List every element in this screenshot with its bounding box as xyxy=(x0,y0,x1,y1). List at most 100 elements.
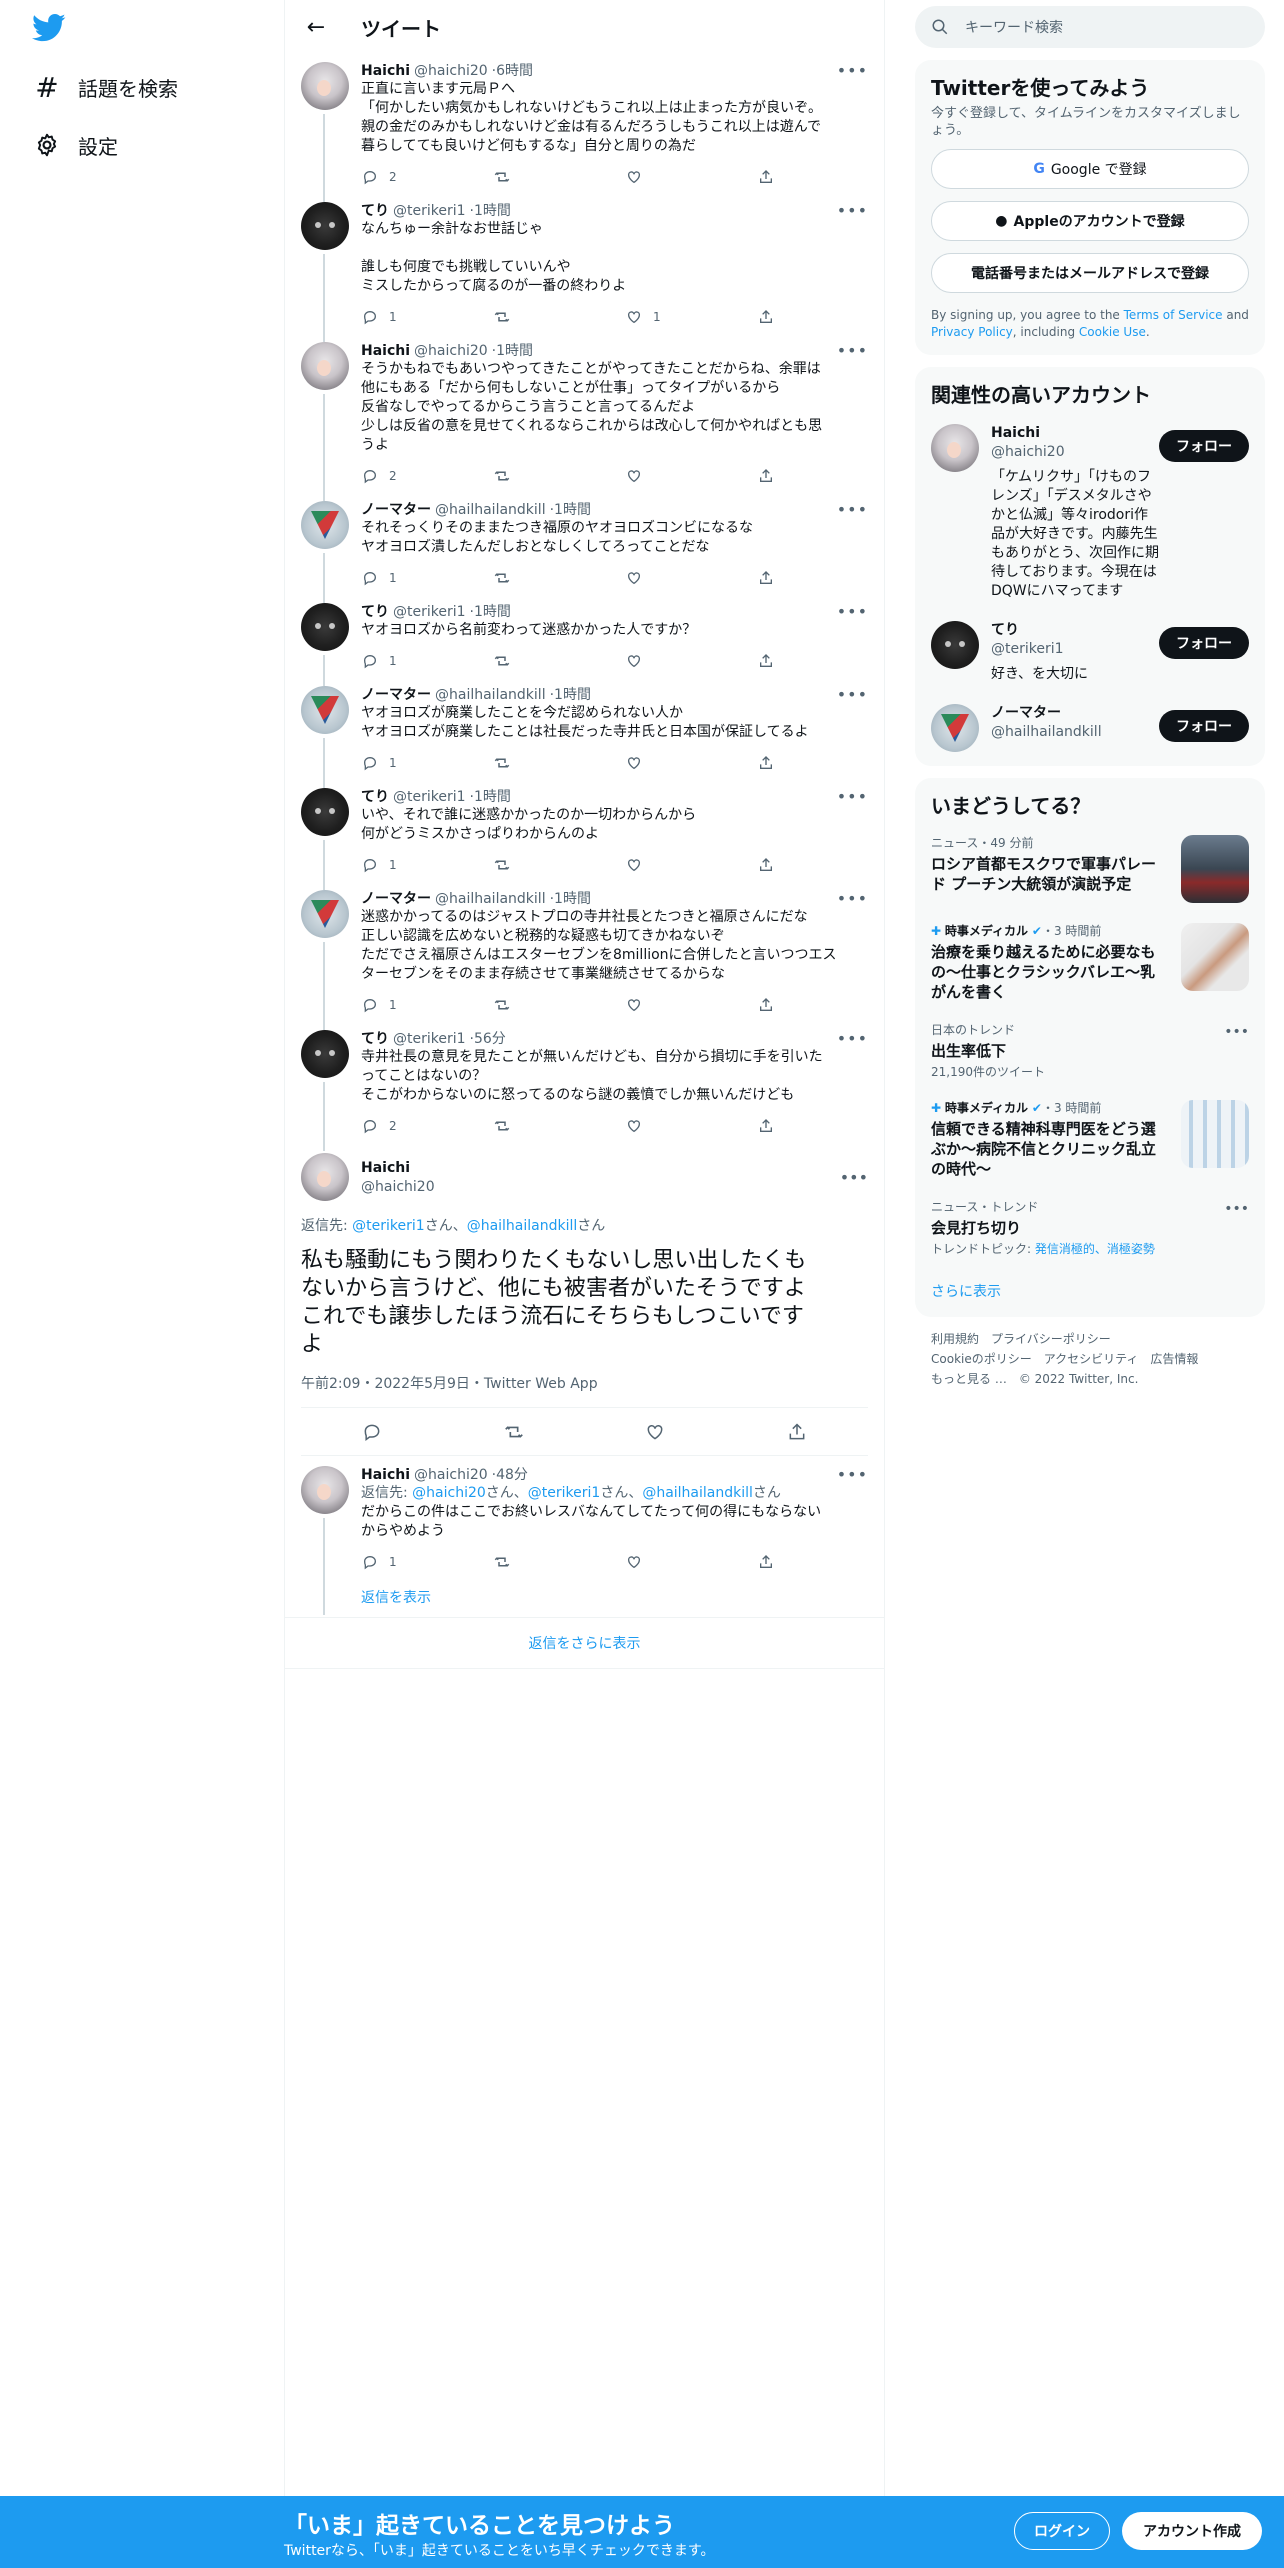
reply-icon[interactable] xyxy=(361,1421,383,1443)
reply-action[interactable]: 1 xyxy=(361,996,493,1014)
avatar[interactable] xyxy=(931,621,979,669)
nav-settings[interactable]: 設定 xyxy=(30,120,118,170)
share-action[interactable] xyxy=(757,1553,775,1571)
footer-terms-link[interactable]: 利用規約 xyxy=(931,1332,979,1346)
like-action[interactable] xyxy=(625,754,757,772)
user-name[interactable]: Haichi xyxy=(361,1158,435,1178)
reply-action[interactable]: 1 xyxy=(361,569,493,587)
reply-action[interactable]: 2 xyxy=(361,467,493,485)
terms-of-service-link[interactable]: Terms of Service xyxy=(1124,308,1223,322)
more-icon[interactable]: ••• xyxy=(837,1466,868,1484)
thread-tweet[interactable]: てり @terikeri1 · 1時間 ••• ヤオヨロズから名前変わって迷惑かかった人で… xyxy=(285,595,884,686)
thread-tweet[interactable]: てり @terikeri1 · 56分 ••• 寺井社長の意見を見たことが無いんだけども、… xyxy=(285,1022,884,1151)
avatar[interactable] xyxy=(931,424,979,472)
more-icon[interactable]: ••• xyxy=(837,603,868,621)
tweet-time[interactable]: 6時間 xyxy=(496,62,533,80)
reply-to-link[interactable]: @haichi20 xyxy=(412,1485,486,1501)
avatar[interactable] xyxy=(301,1466,349,1514)
phone-signup-button[interactable]: 電話番号またはメールアドレスで登録 xyxy=(931,253,1249,293)
retweet-action[interactable] xyxy=(493,754,625,772)
user-name[interactable]: Haichi xyxy=(361,62,410,80)
share-action[interactable] xyxy=(757,1117,775,1135)
like-action[interactable]: 1 xyxy=(625,308,757,326)
more-icon[interactable]: ••• xyxy=(837,342,868,360)
like-action[interactable] xyxy=(625,467,757,485)
like-action[interactable] xyxy=(625,996,757,1014)
reply-tweet[interactable]: Haichi @haichi20 · 48分 ••• 返信先: @haichi2… xyxy=(285,1456,884,1615)
reply-action[interactable]: 1 xyxy=(361,1553,493,1571)
user-handle[interactable]: @terikeri1 xyxy=(393,788,466,806)
reply-action[interactable]: 2 xyxy=(361,1117,493,1135)
retweet-icon[interactable] xyxy=(503,1421,525,1443)
more-icon[interactable]: ••• xyxy=(837,686,868,704)
avatar[interactable] xyxy=(301,890,349,938)
thread-tweet[interactable]: ノーマター @hailhailandkill · 1時間 ••• それそっくりそのままたつ… xyxy=(285,493,884,603)
footer-accessibility-link[interactable]: アクセシビリティ xyxy=(1044,1352,1139,1366)
like-action[interactable] xyxy=(625,569,757,587)
thread-tweet[interactable]: Haichi @haichi20 · 6時間 ••• 正直に言います元局Ｐへ 「何かしたい… xyxy=(285,54,884,202)
more-icon[interactable]: ••• xyxy=(1224,1024,1249,1040)
user-handle[interactable]: @haichi20 xyxy=(361,1178,435,1196)
share-action[interactable] xyxy=(757,308,775,326)
share-icon[interactable] xyxy=(786,1421,808,1443)
user-handle[interactable]: @terikeri1 xyxy=(393,603,466,621)
follow-button[interactable]: フォロー xyxy=(1159,627,1249,659)
user-name[interactable]: てり xyxy=(361,603,389,621)
more-icon[interactable]: ••• xyxy=(837,1030,868,1048)
avatar[interactable] xyxy=(301,342,349,390)
trend-item[interactable]: 日本のトレンド 出生率低下 21,190件のツイート ••• xyxy=(915,1012,1265,1090)
retweet-action[interactable] xyxy=(493,308,625,326)
avatar[interactable] xyxy=(301,788,349,836)
thread-tweet[interactable]: ノーマター @hailhailandkill · 1時間 ••• 迷惑かかってるのはジャス… xyxy=(285,882,884,1030)
tweet-timestamp[interactable]: 午前2:09・2022年5月9日・Twitter Web App xyxy=(301,1373,868,1408)
like-action[interactable] xyxy=(625,856,757,874)
tweet-time[interactable]: 1時間 xyxy=(474,603,511,621)
user-handle[interactable]: @haichi20 xyxy=(414,342,488,360)
trend-item[interactable]: ✚ 時事メディカル ✔・3 時間前 治療を乗り越えるために必要なもの～仕事とクラ… xyxy=(915,913,1265,1012)
reply-action[interactable]: 2 xyxy=(361,168,493,186)
retweet-action[interactable] xyxy=(493,569,625,587)
retweet-action[interactable] xyxy=(493,467,625,485)
share-action[interactable] xyxy=(757,652,775,670)
trend-item[interactable]: ニュース・トレンド 会見打ち切り トレンドトピック: 発信消極的、消極姿勢 ••… xyxy=(915,1189,1265,1267)
avatar[interactable] xyxy=(301,501,349,549)
follow-button[interactable]: フォロー xyxy=(1159,710,1249,742)
avatar[interactable] xyxy=(301,202,349,250)
footer-cookie-link[interactable]: Cookieのポリシー xyxy=(931,1352,1032,1366)
retweet-action[interactable] xyxy=(493,652,625,670)
tweet-time[interactable]: 1時間 xyxy=(474,788,511,806)
more-icon[interactable]: ••• xyxy=(837,501,868,519)
account-handle[interactable]: @hailhailandkill xyxy=(991,723,1159,742)
privacy-policy-link[interactable]: Privacy Policy xyxy=(931,325,1013,339)
avatar[interactable] xyxy=(301,62,349,110)
account-handle[interactable]: @terikeri1 xyxy=(991,640,1159,659)
user-name[interactable]: てり xyxy=(361,788,389,806)
avatar[interactable] xyxy=(301,1030,349,1078)
tweet-time[interactable]: 1時間 xyxy=(496,342,533,360)
thread-tweet[interactable]: Haichi @haichi20 · 1時間 ••• そうかもねでもあいつやってきたことが… xyxy=(285,334,884,501)
tweet-time[interactable]: 1時間 xyxy=(554,686,591,704)
user-handle[interactable]: @hailhailandkill xyxy=(435,890,546,908)
user-name[interactable]: てり xyxy=(361,1030,389,1048)
reply-action[interactable]: 1 xyxy=(361,652,493,670)
user-name[interactable]: Haichi xyxy=(361,1466,410,1484)
like-action[interactable] xyxy=(625,168,757,186)
footer-privacy-link[interactable]: プライバシーポリシー xyxy=(991,1332,1111,1346)
like-action[interactable] xyxy=(625,1117,757,1135)
account-handle[interactable]: @haichi20 xyxy=(991,443,1159,462)
reply-action[interactable]: 1 xyxy=(361,308,493,326)
twitter-logo-icon[interactable] xyxy=(32,13,66,43)
share-action[interactable] xyxy=(757,168,775,186)
more-icon[interactable]: ••• xyxy=(837,62,868,80)
reply-action[interactable]: 1 xyxy=(361,856,493,874)
tweet-time[interactable]: 1時間 xyxy=(554,501,591,519)
thread-tweet[interactable]: てり @terikeri1 · 1時間 ••• いや、それで誰に迷惑かかったのか一切わから… xyxy=(285,780,884,890)
search-input[interactable]: キーワード検索 xyxy=(915,6,1265,48)
follow-button[interactable]: フォロー xyxy=(1159,430,1249,462)
reply-to-link[interactable]: @terikeri1 xyxy=(528,1485,601,1501)
user-name[interactable]: てり xyxy=(361,202,389,220)
reply-to-link[interactable]: @hailhailandkill xyxy=(642,1485,753,1501)
tweet-time[interactable]: 1時間 xyxy=(554,890,591,908)
user-handle[interactable]: @haichi20 xyxy=(414,62,488,80)
like-icon[interactable] xyxy=(644,1421,666,1443)
